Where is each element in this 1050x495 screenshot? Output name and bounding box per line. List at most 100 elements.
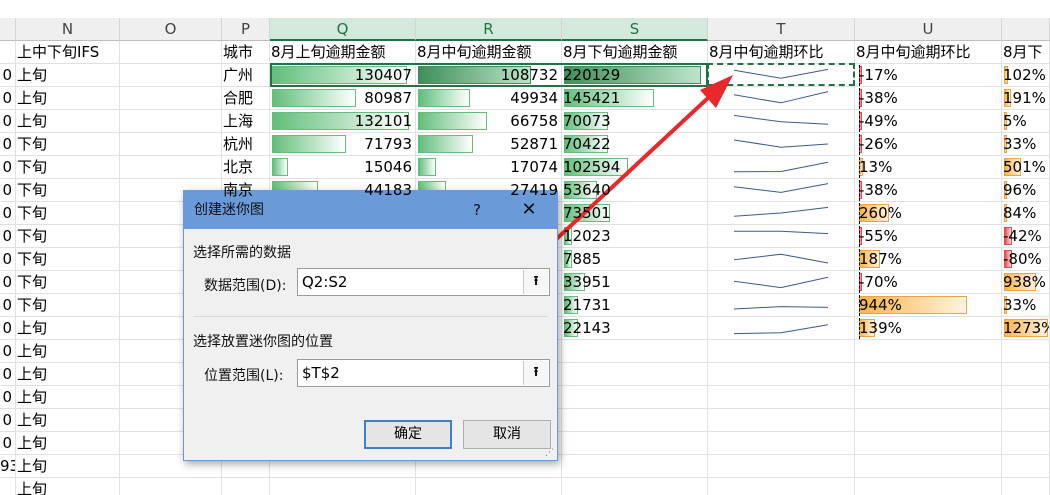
row-index-cell[interactable]: 0 (0, 202, 16, 225)
amount-cell-r[interactable]: 52871 (416, 133, 562, 156)
row-index-cell[interactable]: 0 (0, 179, 16, 202)
column-header-s[interactable]: S (562, 18, 708, 41)
city-cell[interactable]: 北京 (222, 156, 270, 179)
sparkline-cell[interactable] (708, 87, 855, 110)
late-mom-percent-cell[interactable]: -42% (1002, 225, 1050, 248)
row-index-cell[interactable]: 0 (0, 340, 16, 363)
empty-cell[interactable] (120, 87, 222, 110)
amount-cell-q[interactable] (270, 478, 416, 495)
row-index-cell[interactable]: 0 (0, 363, 16, 386)
late-mom-percent-cell[interactable] (1002, 455, 1050, 478)
ifs-cell[interactable]: 上旬 (16, 87, 120, 110)
header-late-partial[interactable]: 8月下 (1002, 41, 1050, 64)
amount-cell-s[interactable] (562, 455, 708, 478)
amount-cell-s[interactable]: 70073 (562, 110, 708, 133)
row-index-cell[interactable]: 0 (0, 248, 16, 271)
mom-percent-cell[interactable] (855, 340, 1002, 363)
amount-cell-r[interactable]: 66758 (416, 110, 562, 133)
amount-cell-r[interactable] (416, 478, 562, 495)
row-index-cell[interactable]: 0 (0, 225, 16, 248)
sparkline-cell[interactable] (708, 386, 855, 409)
mom-percent-cell[interactable] (855, 386, 1002, 409)
data-range-input[interactable]: Q2:S2 ⭱ (297, 268, 550, 296)
amount-cell-s[interactable]: 102594 (562, 156, 708, 179)
mom-percent-cell[interactable]: -49% (855, 110, 1002, 133)
amount-cell-s[interactable]: 70422 (562, 133, 708, 156)
ifs-cell[interactable]: 上旬 (16, 386, 120, 409)
city-cell[interactable]: 广州 (222, 64, 270, 87)
amount-cell-s[interactable]: 33951 (562, 271, 708, 294)
ifs-cell[interactable]: 下旬 (16, 202, 120, 225)
late-mom-percent-cell[interactable]: 84% (1002, 202, 1050, 225)
ifs-cell[interactable]: 下旬 (16, 294, 120, 317)
row-index-cell[interactable]: 93 (0, 455, 16, 478)
header-ifs[interactable]: 上中下旬IFS (16, 41, 120, 64)
sparkline-cell[interactable] (708, 133, 855, 156)
column-header-v[interactable] (1002, 18, 1050, 41)
ifs-cell[interactable]: 上旬 (16, 363, 120, 386)
amount-cell-s[interactable]: 7885 (562, 248, 708, 271)
cell-o-header[interactable] (120, 41, 222, 64)
column-header-o[interactable]: O (120, 18, 222, 41)
row-index-cell[interactable]: 0 (0, 386, 16, 409)
mom-percent-cell[interactable] (855, 363, 1002, 386)
mom-percent-cell[interactable] (855, 478, 1002, 495)
late-mom-percent-cell[interactable]: 5% (1002, 110, 1050, 133)
late-mom-percent-cell[interactable]: 33% (1002, 294, 1050, 317)
column-header-p[interactable]: P (222, 18, 270, 41)
late-mom-percent-cell[interactable]: -80% (1002, 248, 1050, 271)
sparkline-cell[interactable] (708, 294, 855, 317)
mom-percent-cell[interactable]: -38% (855, 179, 1002, 202)
mom-percent-cell[interactable] (855, 409, 1002, 432)
sparkline-cell[interactable] (708, 317, 855, 340)
late-mom-percent-cell[interactable]: 102% (1002, 64, 1050, 87)
amount-cell-s[interactable]: 21731 (562, 294, 708, 317)
mom-percent-cell[interactable]: -17% (855, 64, 1002, 87)
city-cell[interactable]: 上海 (222, 110, 270, 133)
sparkline-cell[interactable] (708, 179, 855, 202)
row-index-cell[interactable]: 0 (0, 110, 16, 133)
amount-cell-s[interactable] (562, 340, 708, 363)
header-late-aug[interactable]: 8月下旬逾期金额 (562, 41, 708, 64)
header-mid-aug[interactable]: 8月中旬逾期金额 (416, 41, 562, 64)
row-index-cell[interactable]: 0 (0, 317, 16, 340)
row-index-cell[interactable]: 0 (0, 133, 16, 156)
mom-percent-cell[interactable]: 13% (855, 156, 1002, 179)
column-header-u[interactable]: U (855, 18, 1002, 41)
amount-cell-q[interactable]: 71793 (270, 133, 416, 156)
collapse-dialog-icon[interactable]: ⭱ (523, 361, 548, 385)
ifs-cell[interactable]: 上旬 (16, 340, 120, 363)
empty-cell[interactable] (120, 133, 222, 156)
city-cell[interactable]: 杭州 (222, 133, 270, 156)
amount-cell-q[interactable]: 15046 (270, 156, 416, 179)
mom-percent-cell[interactable] (855, 455, 1002, 478)
row-index-cell[interactable]: 0 (0, 294, 16, 317)
row-index-cell[interactable] (0, 478, 16, 495)
ifs-cell[interactable]: 下旬 (16, 271, 120, 294)
late-mom-percent-cell[interactable] (1002, 363, 1050, 386)
mom-percent-cell[interactable]: 187% (855, 248, 1002, 271)
sparkline-cell[interactable] (708, 225, 855, 248)
ifs-cell[interactable]: 上旬 (16, 455, 120, 478)
late-mom-percent-cell[interactable]: 96% (1002, 179, 1050, 202)
amount-cell-q[interactable]: 80987 (270, 87, 416, 110)
sparkline-cell[interactable] (708, 340, 855, 363)
amount-cell-s[interactable] (562, 409, 708, 432)
amount-cell-s[interactable]: 12023 (562, 225, 708, 248)
column-header-n[interactable]: N (16, 18, 120, 41)
header-early-aug[interactable]: 8月上旬逾期金额 (270, 41, 416, 64)
amount-cell-s[interactable] (562, 478, 708, 495)
ifs-cell[interactable]: 下旬 (16, 156, 120, 179)
amount-cell-r[interactable]: 17074 (416, 156, 562, 179)
sparkline-cell[interactable] (708, 409, 855, 432)
ifs-cell[interactable]: 下旬 (16, 179, 120, 202)
amount-cell-s[interactable] (562, 363, 708, 386)
mom-percent-cell[interactable]: -70% (855, 271, 1002, 294)
create-sparkline-dialog[interactable]: 创建迷你图 ? ✕ 选择所需的数据 数据范围(D): Q2:S2 ⭱ 选择放置迷… (183, 190, 558, 461)
row-index-cell[interactable]: 0 (0, 409, 16, 432)
amount-cell-s[interactable]: 73501 (562, 202, 708, 225)
late-mom-percent-cell[interactable]: 1273% (1002, 317, 1050, 340)
row-index-cell[interactable]: 0 (0, 432, 16, 455)
late-mom-percent-cell[interactable] (1002, 409, 1050, 432)
ifs-cell[interactable]: 下旬 (16, 133, 120, 156)
